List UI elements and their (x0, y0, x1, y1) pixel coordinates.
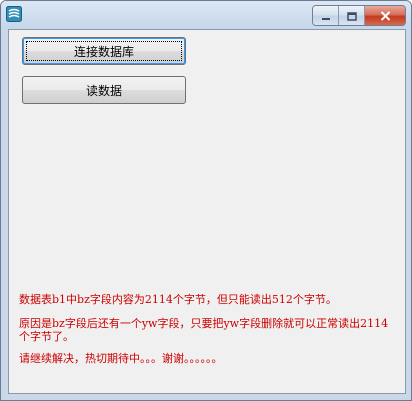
close-button[interactable] (365, 6, 405, 25)
minimize-button[interactable] (313, 6, 339, 25)
focus-rectangle (26, 41, 182, 61)
read-data-button[interactable]: 读数据 (22, 76, 186, 104)
message-line-1: 数据表b1中bz字段内容为2114个字节，但只能读出512个字节。 (19, 293, 337, 306)
caption-buttons (312, 5, 406, 26)
client-area: 连接数据库 读数据 数据表b1中bz字段内容为2114个字节，但只能读出512个… (8, 29, 406, 394)
connect-database-button[interactable]: 连接数据库 (22, 37, 186, 65)
app-window: 连接数据库 读数据 数据表b1中bz字段内容为2114个字节，但只能读出512个… (0, 0, 412, 401)
title-bar[interactable] (1, 1, 411, 29)
message-line-2: 原因是bz字段后还有一个yw字段，只要把yw字段删除就可以正常读出2114个字节… (19, 317, 389, 343)
maximize-icon (346, 6, 357, 25)
app-icon[interactable] (6, 6, 22, 22)
close-icon (380, 6, 391, 25)
message-line-3: 请继续解决，热切期待中。。。谢谢。。。。。。 (19, 352, 223, 365)
maximize-button[interactable] (339, 6, 365, 25)
minimize-icon (321, 6, 331, 25)
read-data-label: 读数据 (85, 83, 122, 98)
